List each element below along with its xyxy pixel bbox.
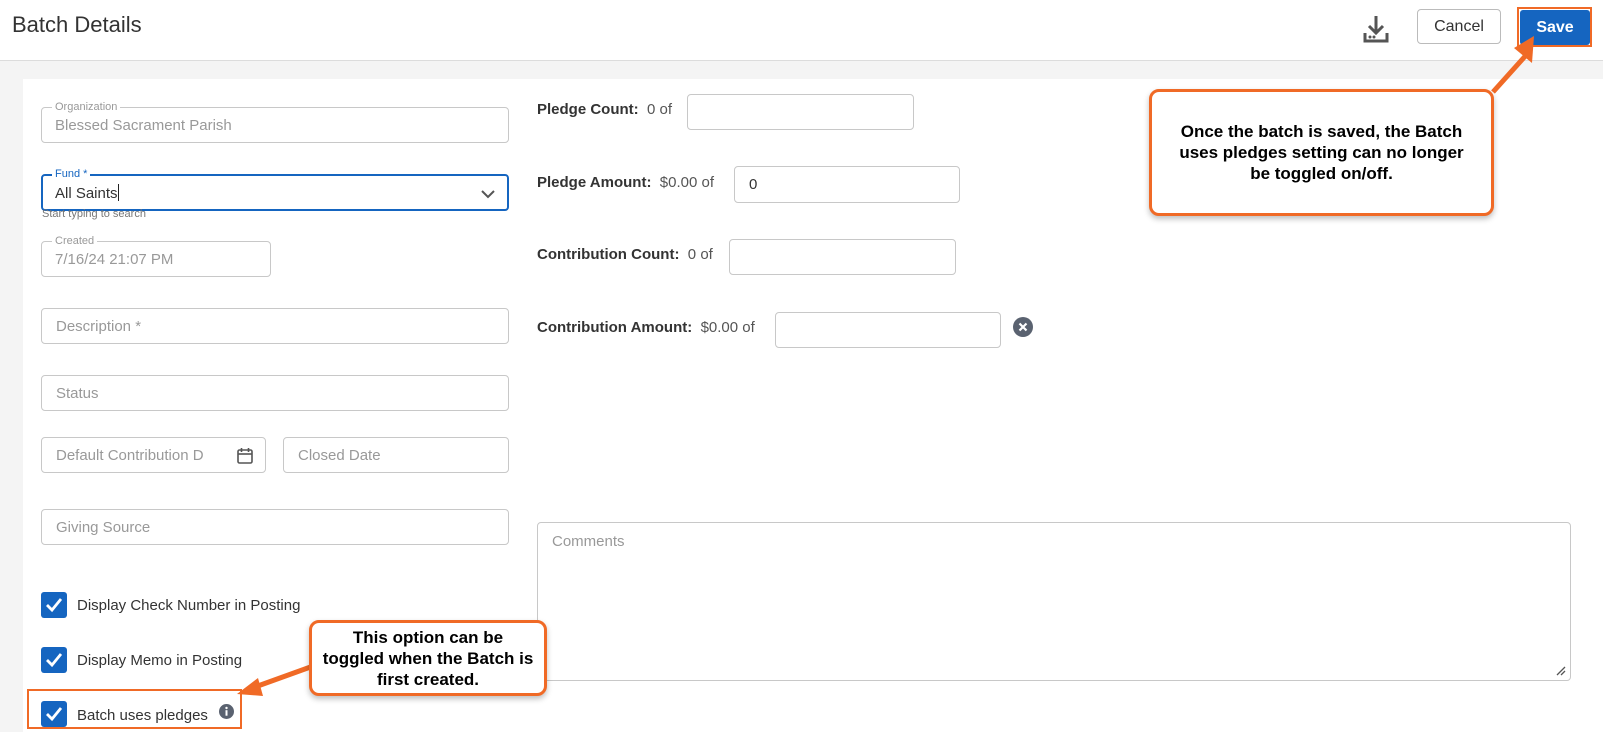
created-label: Created — [52, 234, 98, 248]
calendar-icon[interactable] — [237, 447, 253, 464]
top-bar: Batch Details Cancel Save — [0, 0, 1603, 61]
display-check-number-label[interactable]: Display Check Number in Posting — [77, 597, 300, 614]
resize-grip-icon[interactable] — [1556, 666, 1566, 676]
default-contribution-date-field[interactable] — [41, 437, 266, 473]
fund-value: All Saints — [55, 185, 118, 202]
download-icon[interactable] — [1362, 14, 1390, 44]
pledge-amount-label: Pledge Amount: — [537, 174, 652, 191]
comments-input[interactable] — [538, 523, 1570, 680]
pledge-amount-field[interactable] — [734, 166, 960, 203]
created-value: 7/16/24 21:07 PM — [55, 251, 174, 268]
contribution-count-field[interactable] — [729, 239, 956, 275]
contribution-count-label: Contribution Count: — [537, 246, 680, 263]
clear-icon[interactable] — [1013, 317, 1033, 337]
contribution-count-input[interactable] — [730, 240, 955, 274]
pledge-count-input[interactable] — [688, 95, 913, 129]
display-memo-label[interactable]: Display Memo in Posting — [77, 652, 242, 669]
batch-uses-pledges-label[interactable]: Batch uses pledges — [77, 707, 208, 724]
fund-label: Fund * — [52, 167, 91, 181]
comments-field[interactable] — [537, 522, 1571, 681]
cancel-button[interactable]: Cancel — [1417, 9, 1501, 44]
save-callout: Once the batch is saved, the Batch uses … — [1149, 89, 1494, 216]
contribution-count-of: of — [700, 246, 713, 263]
pledge-amount-value: $0.00 — [659, 174, 698, 191]
chevron-down-icon[interactable] — [481, 190, 495, 199]
organization-value: Blessed Sacrament Parish — [55, 117, 232, 134]
fund-field[interactable]: Fund * All Saints — [41, 167, 509, 211]
closed-date-field[interactable] — [283, 437, 509, 473]
fund-helper-text: Start typing to search — [42, 208, 146, 220]
contribution-amount-input[interactable] — [776, 313, 1000, 347]
giving-source-input[interactable] — [42, 510, 508, 544]
pledge-count-field[interactable] — [687, 94, 914, 130]
description-input[interactable] — [42, 309, 508, 343]
checkmark-icon — [46, 598, 63, 613]
save-button[interactable]: Save — [1520, 10, 1590, 45]
info-icon[interactable] — [219, 704, 234, 719]
display-memo-checkbox[interactable] — [41, 647, 67, 673]
giving-source-field[interactable] — [41, 509, 509, 545]
organization-label: Organization — [52, 100, 121, 114]
contribution-amount-label: Contribution Amount: — [537, 319, 693, 336]
text-cursor — [117, 184, 119, 201]
contribution-amount-value: $0.00 — [700, 319, 739, 336]
checkmark-icon — [46, 707, 63, 722]
created-field: Created 7/16/24 21:07 PM — [41, 234, 271, 277]
closed-date-input[interactable] — [284, 438, 508, 472]
pledge-amount-input[interactable] — [735, 167, 959, 202]
pledge-amount-of: of — [701, 174, 715, 191]
contribution-count-row: Contribution Count: 0 of — [537, 246, 713, 263]
pledges-callout: This option can be toggled when the Batc… — [309, 620, 547, 696]
pledge-count-of: of — [659, 101, 673, 118]
contribution-count-value: 0 — [687, 246, 697, 263]
status-field[interactable] — [41, 375, 509, 411]
organization-field: Organization Blessed Sacrament Parish — [41, 100, 509, 143]
page-title: Batch Details — [12, 12, 142, 37]
pledge-amount-row: Pledge Amount: $0.00 of — [537, 174, 714, 191]
pledge-count-value: 0 — [647, 101, 656, 118]
checkmark-icon — [46, 653, 63, 668]
default-contribution-date-input[interactable] — [42, 438, 265, 472]
contribution-amount-of: of — [742, 319, 755, 336]
fund-input[interactable]: All Saints — [55, 184, 119, 202]
contribution-amount-row: Contribution Amount: $0.00 of — [537, 319, 755, 336]
status-input[interactable] — [42, 376, 508, 410]
pledge-count-label: Pledge Count: — [537, 101, 639, 118]
contribution-amount-field[interactable] — [775, 312, 1001, 348]
batch-uses-pledges-checkbox[interactable] — [41, 701, 67, 727]
description-field[interactable] — [41, 308, 509, 344]
display-check-number-checkbox[interactable] — [41, 592, 67, 618]
pledge-count-row: Pledge Count: 0 of — [537, 101, 672, 118]
